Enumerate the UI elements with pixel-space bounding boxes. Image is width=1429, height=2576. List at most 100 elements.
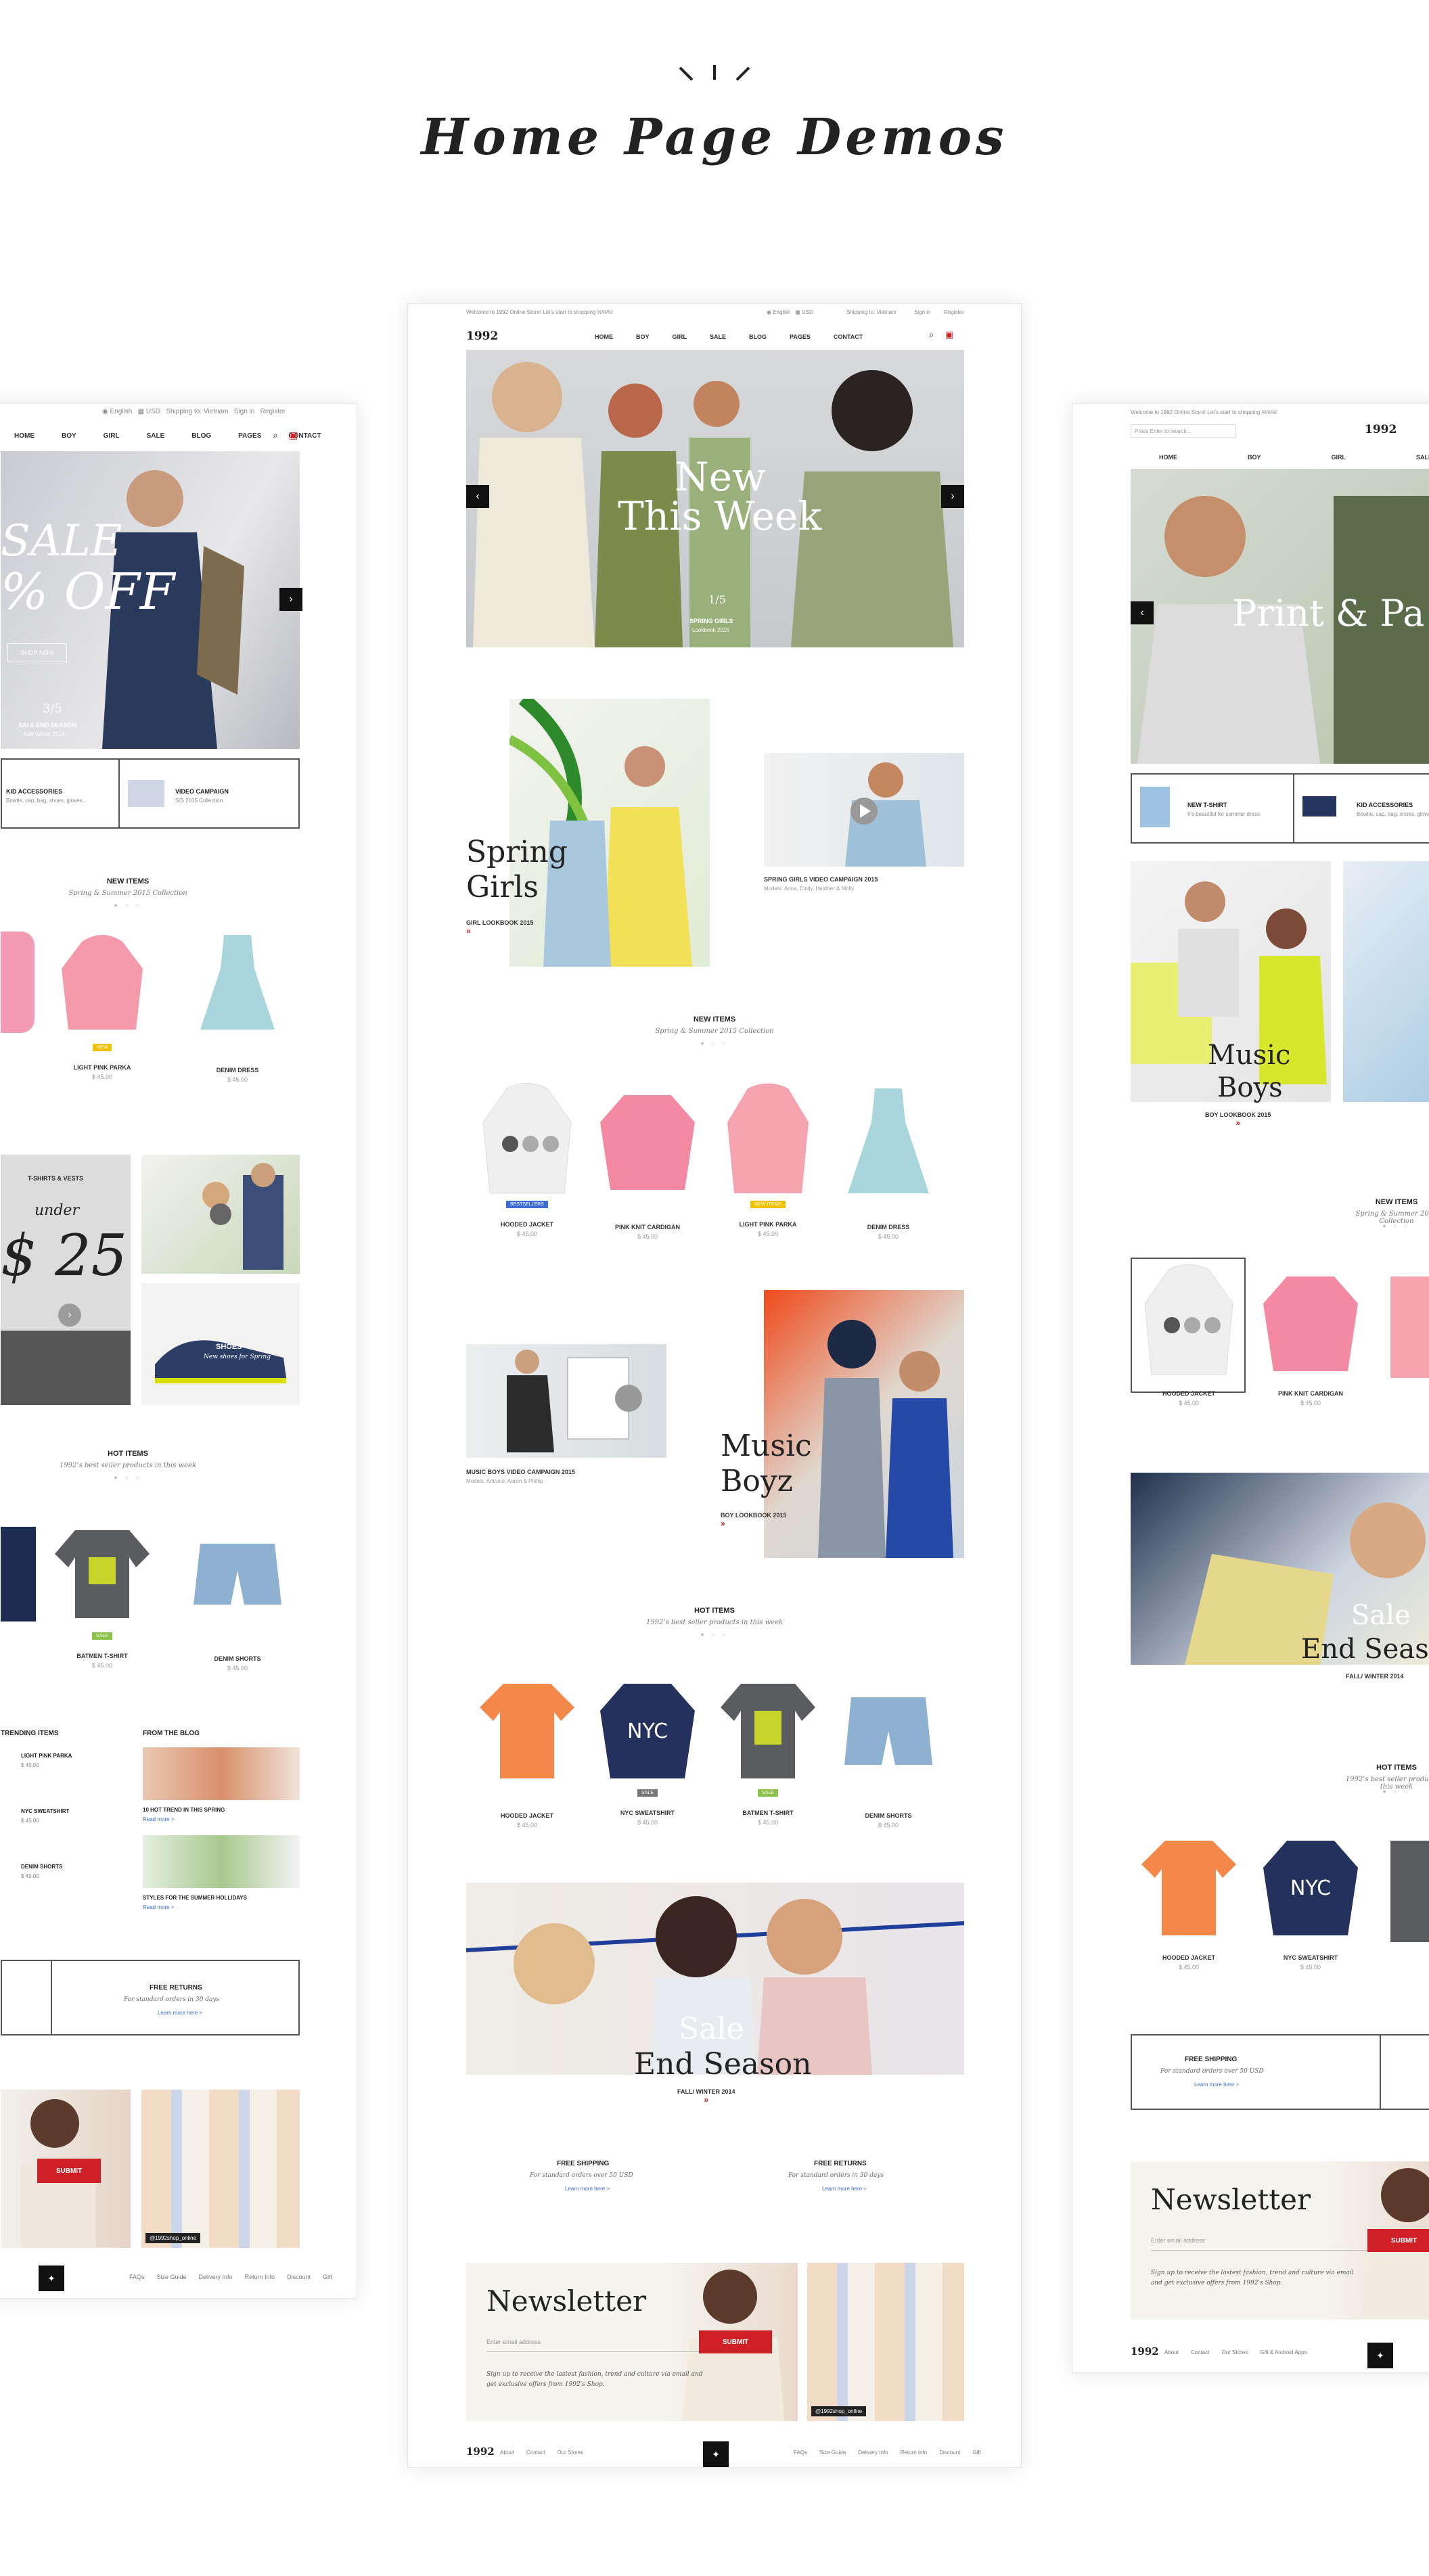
product-card[interactable]: HOODED JACKET $ 45.00 (1135, 1263, 1243, 1406)
product-name[interactable]: HOODED JACKET (473, 1812, 581, 1819)
sale-caption[interactable]: FALL/ WINTER 2014» (677, 2088, 735, 2104)
product-card[interactable]: SALE BATMEN T-SHIRT $ 45.00 (714, 1670, 822, 1826)
scroll-top-button[interactable]: ✦ (703, 2441, 729, 2467)
video-campaign-image[interactable] (764, 753, 964, 867)
currency[interactable]: USD (802, 309, 813, 315)
nav-item[interactable]: CONTACT (834, 334, 863, 340)
newsletter-email-input[interactable]: Enter email address (1151, 2230, 1367, 2251)
music-boyz-image[interactable] (764, 1290, 964, 1558)
caption-text[interactable]: BOY LOOKBOOK 2015 (1205, 1111, 1271, 1118)
nav-item[interactable]: SALE (147, 432, 165, 440)
footer-link[interactable]: Contact (526, 2450, 545, 2456)
music-caption[interactable]: BOY LOOKBOOK 2015» (721, 1512, 786, 1528)
product-name[interactable]: DENIM SHORTS (183, 1655, 292, 1662)
tshirt-promo[interactable]: T-SHIRTS & VESTS under $ 25 › (1, 1155, 131, 1405)
product-card[interactable]: PINK KNIT CARDIGAN $ 45.00 (1256, 1263, 1365, 1406)
red-arrow-icon[interactable]: » (721, 1519, 725, 1528)
footer-link[interactable]: About (1164, 2349, 1179, 2355)
footer-link[interactable]: Gift (972, 2450, 980, 2456)
nav-item[interactable]: BOY (1248, 454, 1261, 461)
feature-title[interactable]: KID ACCESSORIES (6, 788, 62, 795)
footer-link[interactable]: FAQs (129, 2274, 145, 2280)
shop-now-button[interactable]: SHOP NOW (7, 643, 67, 662)
instagram-handle[interactable]: @1992shop_online (145, 2233, 201, 2243)
product-name[interactable]: HOODED JACKET (473, 1221, 581, 1228)
product-card[interactable]: HOODED JACKET $ 45.00 (473, 1670, 581, 1828)
footer-link[interactable]: Return Info (901, 2450, 928, 2456)
red-arrow-icon[interactable]: » (1235, 1118, 1240, 1128)
product-card[interactable]: HOODED JACKET $ 45.00 (1135, 1827, 1243, 1971)
newsletter-email-input[interactable]: Enter email address (486, 2332, 703, 2352)
footer-link[interactable]: Delivery Info (858, 2450, 888, 2456)
trending-item[interactable]: LIGHT PINK PARKA (21, 1753, 72, 1759)
nav-item[interactable]: GIRL (1332, 454, 1346, 461)
footer-link[interactable]: Gift (323, 2274, 332, 2280)
nav-item[interactable]: PAGES (238, 432, 261, 440)
search-icon[interactable]: ⌕ (929, 329, 934, 340)
product-name[interactable]: DENIM DRESS (183, 1067, 292, 1074)
music-video-caption[interactable]: MUSIC BOYS VIDEO CAMPAIGN 2015 Models: An… (466, 1469, 575, 1484)
caption-text[interactable]: GIRL LOOKBOOK 2015 (466, 919, 533, 926)
carousel-dots[interactable]: ● ○ ○ (0, 1474, 357, 1481)
feature-title[interactable]: NEW T-SHIRT (1187, 802, 1227, 808)
nav-item[interactable]: HOME (1159, 454, 1177, 461)
topbar-language[interactable]: ◉ English ▦ USD (767, 309, 813, 315)
scroll-top-button[interactable]: ✦ (39, 2266, 64, 2291)
product-name[interactable]: HOODED JACKET (1135, 1390, 1243, 1397)
blog-image[interactable] (143, 1747, 300, 1800)
carousel-dots[interactable]: ● ○ ○ (1343, 1788, 1429, 1795)
product-card[interactable]: DENIM DRESS $ 45.00 (183, 925, 292, 1083)
footer-link[interactable]: Size Guide (157, 2274, 187, 2280)
product-name[interactable]: NYC SWEATSHIRT (593, 1810, 702, 1816)
signin-link[interactable]: Sign in (914, 309, 930, 315)
footer-logo[interactable]: 1992 (1131, 2345, 1159, 2358)
nav-item[interactable]: BOY (62, 432, 76, 440)
circle-arrow-icon[interactable]: › (58, 1304, 81, 1327)
footer-link[interactable]: Return Info (245, 2274, 275, 2280)
cart-icon[interactable]: ▣ (289, 430, 298, 441)
shoes-promo[interactable]: SHOES New shoes for Spring (141, 1283, 300, 1405)
logo[interactable]: 1992 (1365, 423, 1397, 436)
submit-button[interactable]: SUBMIT (37, 2159, 101, 2183)
caption-text[interactable]: FALL/ WINTER 2014 (677, 2088, 735, 2095)
nav-item[interactable]: GIRL (104, 432, 120, 440)
slider-prev-button[interactable]: ‹ (1131, 601, 1154, 624)
blog-post-title[interactable]: 10 HOT TREND IN THIS SPRING (143, 1807, 225, 1813)
submit-button[interactable]: SUBMIT (1367, 2229, 1429, 2252)
logo[interactable]: 1992 (466, 329, 498, 343)
red-arrow-icon[interactable]: » (704, 2095, 708, 2104)
product-card[interactable]: NYC SALE NYC SWEATSHIRT $ 45.00 (593, 1670, 702, 1826)
read-more-link[interactable]: Read more > (143, 1904, 174, 1910)
product-card[interactable]: NEW LIGHT PINK PARKA $ 45.00 (48, 925, 156, 1080)
music-video-image[interactable] (466, 1344, 666, 1458)
video-caption[interactable]: SPRING GIRLS VIDEO CAMPAIGN 2015 Models: … (764, 876, 878, 892)
shipping-link[interactable]: Learn more here > (565, 2186, 610, 2192)
language[interactable]: English (773, 309, 790, 315)
product-name[interactable]: LIGHT PINK PARKA (714, 1221, 822, 1228)
nav-item[interactable]: SALE (710, 334, 726, 340)
nav-item[interactable]: BLOG (191, 432, 211, 440)
nav-item[interactable]: HOME (595, 334, 613, 340)
slider-next-button[interactable]: › (941, 485, 964, 508)
music-caption[interactable]: BOY LOOKBOOK 2015» (1205, 1111, 1271, 1128)
product-image[interactable] (1, 932, 35, 1033)
trending-item[interactable]: DENIM SHORTS (21, 1864, 62, 1870)
cart-icon[interactable]: ▣ (945, 329, 953, 340)
footer-logo[interactable]: 1992 (466, 2445, 495, 2458)
product-name[interactable]: DENIM SHORTS (834, 1812, 943, 1819)
footer-link[interactable]: Our Stores (557, 2450, 583, 2456)
red-arrow-icon[interactable]: » (466, 926, 471, 936)
returns-link[interactable]: Learn more here > (158, 2010, 202, 2016)
product-name[interactable]: NYC SWEATSHIRT (1256, 1954, 1365, 1961)
carousel-dots[interactable]: ● ○ ○ (1343, 1222, 1429, 1229)
caption-text[interactable]: MUSIC BOYS VIDEO CAMPAIGN 2015 (466, 1469, 575, 1475)
submit-button[interactable]: SUBMIT (699, 2330, 772, 2353)
product-name[interactable]: LIGHT PINK PARKA (48, 1064, 156, 1071)
trending-item[interactable]: NYC SWEATSHIRT (21, 1808, 69, 1814)
footer-link[interactable]: Gift & Android Apps (1260, 2349, 1307, 2355)
blog-post-title[interactable]: STYLES FOR THE SUMMER HOLLIDAYS (143, 1895, 247, 1901)
scroll-top-button[interactable]: ✦ (1367, 2343, 1393, 2368)
carousel-dots[interactable]: ● ○ ○ (0, 902, 357, 908)
blog-image[interactable] (143, 1835, 300, 1888)
footer-link[interactable]: Discount (287, 2274, 311, 2280)
